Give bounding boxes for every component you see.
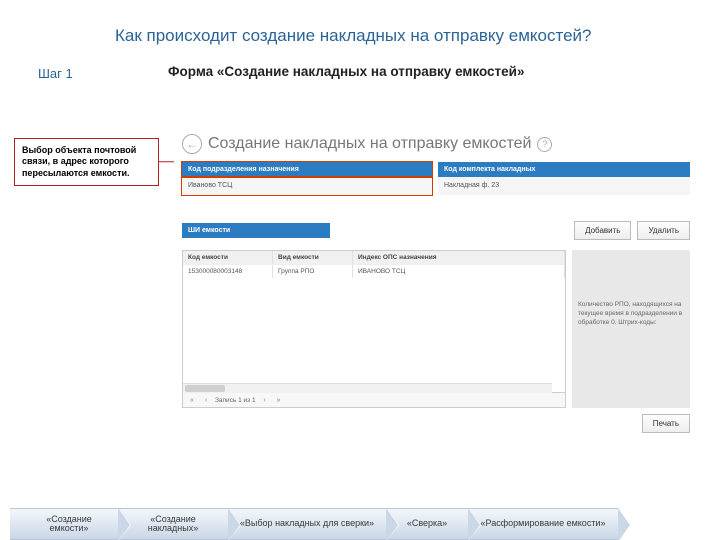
- pager-last-icon[interactable]: »: [274, 395, 284, 405]
- grid-header: Код емкости Вид емкости Индекс ОПС назна…: [183, 251, 565, 264]
- back-icon[interactable]: ←: [182, 134, 202, 154]
- cell-code: 153000080003148: [183, 265, 273, 278]
- arrow-step-1[interactable]: «Создание емкости»: [10, 508, 118, 540]
- print-button[interactable]: Печать: [642, 414, 690, 433]
- pager-first-icon[interactable]: «: [187, 395, 197, 405]
- app-header-title: Создание накладных на отправку емкостей: [208, 135, 531, 153]
- pane-docset-header: Код комплекта накладных: [438, 162, 690, 177]
- pane-destination-header: Код подразделения назначения: [182, 162, 432, 177]
- arrow-step-3[interactable]: «Выбор накладных для сверки»: [218, 508, 386, 540]
- app-window: ← Создание накладных на отправку емкосте…: [182, 132, 690, 478]
- grid-footer: « ‹ Запись 1 из 1 › »: [183, 392, 565, 407]
- horizontal-scrollbar[interactable]: [183, 383, 552, 393]
- table-row[interactable]: 153000080003148 Группа РПО ИВАНОВО ТСЦ: [183, 264, 565, 278]
- col-index: Индекс ОПС назначения: [353, 251, 565, 264]
- slide-title: Как происходит создание накладных на отп…: [115, 26, 592, 46]
- containers-grid: Код емкости Вид емкости Индекс ОПС назна…: [182, 250, 566, 408]
- pager-next-icon[interactable]: ›: [260, 395, 270, 405]
- barcode-field-header: ШИ емкости: [182, 223, 330, 238]
- form-title: Форма «Создание накладных на отправку ем…: [168, 64, 524, 79]
- col-type: Вид емкости: [273, 251, 353, 264]
- add-button[interactable]: Добавить: [574, 221, 631, 240]
- arrow-step-5[interactable]: «Расформирование емкости»: [458, 508, 618, 540]
- pager-prev-icon[interactable]: ‹: [201, 395, 211, 405]
- pane-docset-value[interactable]: Накладная ф. 23: [438, 177, 690, 195]
- col-code: Код емкости: [183, 251, 273, 264]
- pane-destination-value[interactable]: Иваново ТСЦ: [182, 177, 432, 195]
- process-arrows: «Создание емкости» «Создание накладных» …: [10, 508, 710, 540]
- pager-status: Запись 1 из 1: [215, 397, 256, 404]
- help-icon[interactable]: ?: [537, 137, 552, 152]
- callout-destination: Выбор объекта почтовой связи, в адрес ко…: [14, 138, 159, 186]
- pane-docset: Код комплекта накладных Накладная ф. 23: [438, 162, 690, 195]
- cell-type: Группа РПО: [273, 265, 353, 278]
- app-header: ← Создание накладных на отправку емкосте…: [182, 132, 690, 162]
- delete-button[interactable]: Удалить: [637, 221, 690, 240]
- side-info-panel: Количество РПО, находящихся на текущее в…: [572, 250, 690, 408]
- step-label: Шаг 1: [38, 66, 73, 81]
- grid-body: 153000080003148 Группа РПО ИВАНОВО ТСЦ: [183, 264, 565, 392]
- pane-destination: Код подразделения назначения Иваново ТСЦ: [182, 162, 432, 195]
- cell-index: ИВАНОВО ТСЦ: [353, 265, 565, 278]
